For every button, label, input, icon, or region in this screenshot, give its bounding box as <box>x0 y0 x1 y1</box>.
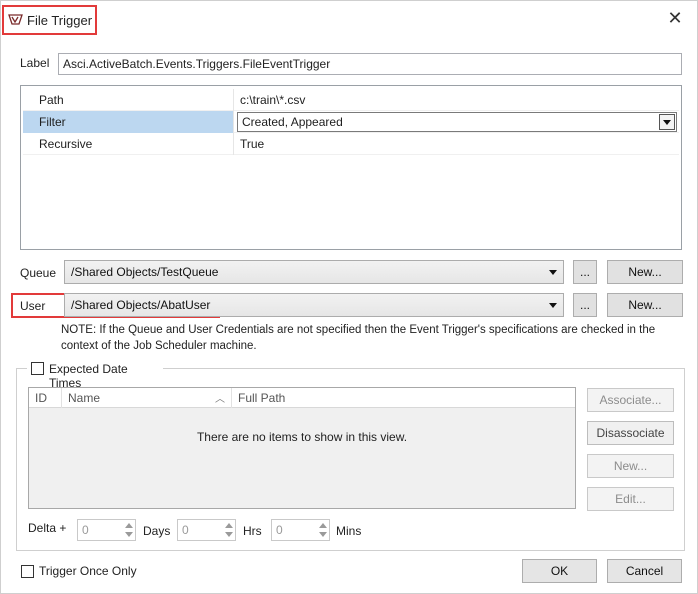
filter-dropdown-value: Created, Appeared <box>242 115 343 129</box>
window-title: File Trigger <box>27 13 93 28</box>
trigger-once-label: Trigger Once Only <box>39 564 137 578</box>
property-value[interactable]: True <box>234 133 679 155</box>
associate-button[interactable]: Associate... <box>587 388 674 412</box>
label-input[interactable]: Asci.ActiveBatch.Events.Triggers.FileEve… <box>58 53 682 75</box>
hours-spinner[interactable]: 0 <box>177 519 236 541</box>
property-row-path[interactable]: Path c:\train\*.csv <box>23 89 679 111</box>
spin-down-icon[interactable] <box>319 532 327 537</box>
queue-browse-button[interactable]: ... <box>573 260 597 284</box>
column-header-id[interactable]: ID <box>29 388 62 408</box>
user-dropdown-value: /Shared Objects/AbatUser <box>71 298 211 312</box>
user-dropdown[interactable]: /Shared Objects/AbatUser <box>64 293 564 317</box>
column-header-name[interactable]: Name ︿ <box>62 388 232 408</box>
disassociate-button[interactable]: Disassociate <box>587 421 674 445</box>
property-value[interactable]: c:\train\*.csv <box>234 89 679 111</box>
expected-dates-list[interactable]: ID Name ︿ Full Path There are no items t… <box>28 387 576 509</box>
property-divider <box>233 111 234 133</box>
chevron-down-icon <box>549 303 557 308</box>
spin-down-icon[interactable] <box>225 532 233 537</box>
spin-up-icon[interactable] <box>319 523 327 528</box>
minutes-label: Mins <box>336 524 362 538</box>
spin-up-icon[interactable] <box>125 523 133 528</box>
label-field-label: Label <box>20 56 50 70</box>
queue-dropdown-value: /Shared Objects/TestQueue <box>71 265 219 279</box>
minutes-value: 0 <box>276 523 283 537</box>
expected-dates-label: Expected Date Times <box>49 362 128 390</box>
property-name: Path <box>39 93 64 107</box>
new-date-button[interactable]: New... <box>587 454 674 478</box>
days-label: Days <box>143 524 171 538</box>
days-value: 0 <box>82 523 89 537</box>
queue-label: Queue <box>20 266 57 280</box>
property-grid: Path c:\train\*.csv Filter Created, Appe… <box>20 85 682 250</box>
credentials-note: NOTE: If the Queue and User Credentials … <box>61 324 656 352</box>
user-new-button[interactable]: New... <box>607 293 683 317</box>
group-header: Expected Date Times <box>27 361 163 390</box>
days-spinner[interactable]: 0 <box>77 519 136 541</box>
close-icon[interactable]: ✕ <box>665 9 685 29</box>
spin-up-icon[interactable] <box>225 523 233 528</box>
user-label: User <box>20 299 46 313</box>
property-name: Recursive <box>39 137 93 151</box>
edit-date-button[interactable]: Edit... <box>587 487 674 511</box>
hours-label: Hrs <box>243 524 262 538</box>
chevron-down-icon[interactable] <box>659 114 675 130</box>
expected-dates-checkbox[interactable] <box>31 362 44 375</box>
queue-new-button[interactable]: New... <box>607 260 683 284</box>
sort-ascending-icon: ︿ <box>215 394 225 405</box>
filter-dropdown[interactable]: Created, Appeared <box>237 112 677 132</box>
trigger-once-checkbox[interactable] <box>21 565 34 578</box>
property-row-recursive[interactable]: Recursive True <box>23 133 679 155</box>
user-browse-button[interactable]: ... <box>573 293 597 317</box>
ok-button[interactable]: OK <box>522 559 597 583</box>
hours-value: 0 <box>182 523 189 537</box>
file-trigger-dialog: File Trigger ✕ Label Asci.ActiveBatch.Ev… <box>0 0 698 594</box>
file-trigger-icon <box>8 13 23 26</box>
delta-label: Delta + <box>28 521 67 535</box>
column-header-full-path[interactable]: Full Path <box>232 388 575 408</box>
property-row-filter[interactable]: Filter Created, Appeared <box>23 111 679 133</box>
queue-dropdown[interactable]: /Shared Objects/TestQueue <box>64 260 564 284</box>
spin-down-icon[interactable] <box>125 532 133 537</box>
cancel-button[interactable]: Cancel <box>607 559 682 583</box>
minutes-spinner[interactable]: 0 <box>271 519 330 541</box>
chevron-down-icon <box>549 270 557 275</box>
list-header: ID Name ︿ Full Path <box>29 388 575 408</box>
list-empty-message: There are no items to show in this view. <box>196 430 408 444</box>
title-bar: File Trigger ✕ <box>1 1 698 37</box>
property-name: Filter <box>23 111 233 133</box>
column-header-name-label: Name <box>68 391 101 405</box>
